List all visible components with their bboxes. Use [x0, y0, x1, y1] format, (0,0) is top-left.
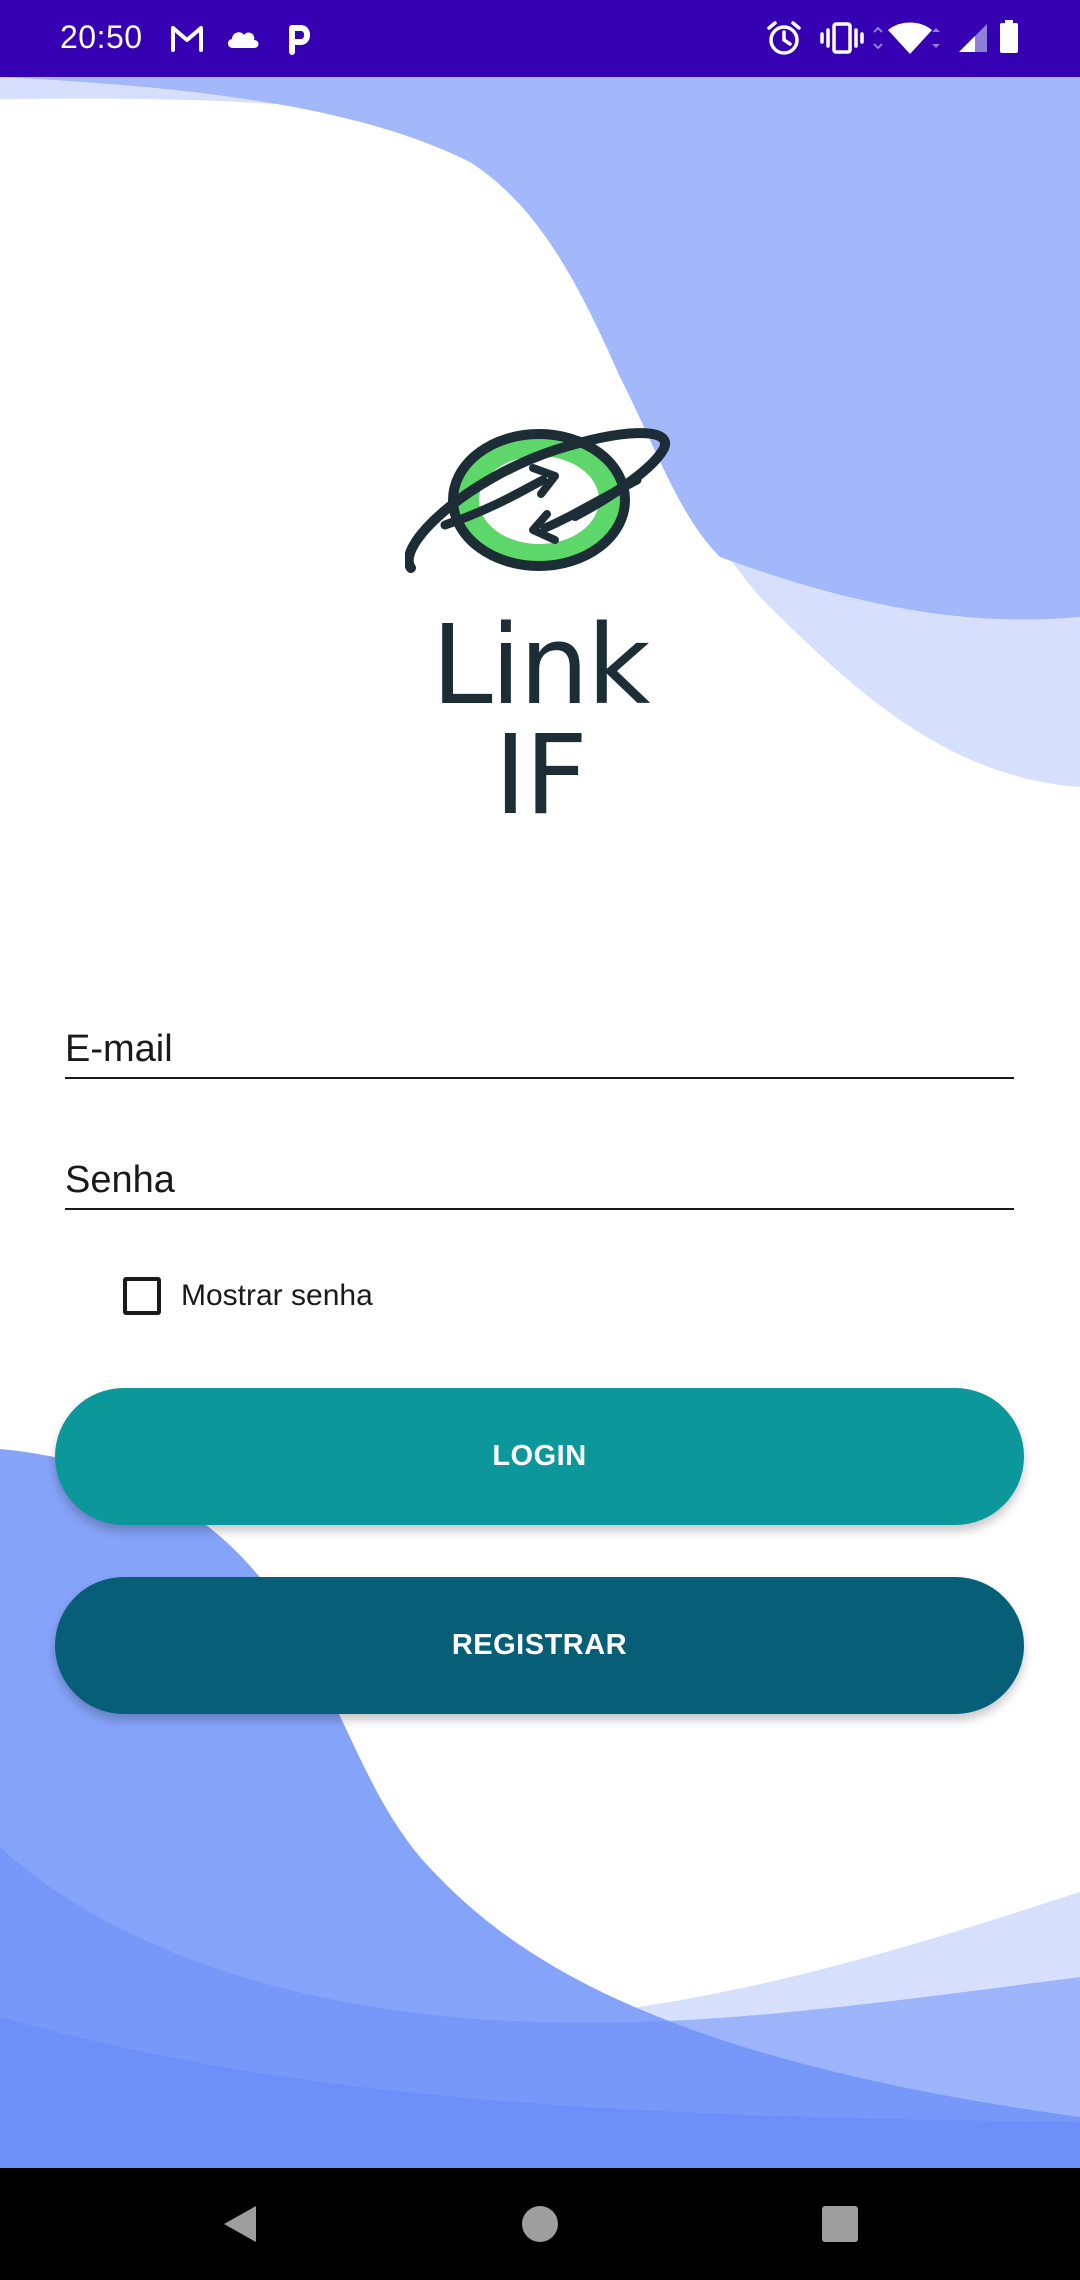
- status-bar: 20:50: [0, 0, 1080, 77]
- app-logo: Link IF: [405, 420, 675, 830]
- recents-icon: [822, 2206, 858, 2242]
- home-button[interactable]: [480, 2168, 600, 2280]
- cloud-icon: [227, 32, 259, 48]
- wifi-icon: [873, 22, 940, 54]
- battery-icon: [1000, 20, 1018, 53]
- signal-icon: [959, 24, 987, 52]
- p-icon: [289, 25, 310, 55]
- show-password-row[interactable]: Mostrar senha: [123, 1272, 373, 1320]
- recents-button[interactable]: [780, 2168, 900, 2280]
- login-button[interactable]: LOGIN: [55, 1388, 1024, 1525]
- navigation-bar: [0, 2168, 1080, 2280]
- show-password-label: Mostrar senha: [181, 1279, 373, 1312]
- vibrate-icon: [820, 22, 864, 54]
- home-icon: [522, 2206, 558, 2242]
- background-waves: [0, 77, 1080, 2168]
- back-button[interactable]: [180, 2168, 300, 2280]
- register-button[interactable]: REGISTRAR: [55, 1577, 1024, 1714]
- email-input[interactable]: [65, 1028, 1014, 1071]
- password-input[interactable]: [65, 1159, 1014, 1202]
- logo-text-line1: Link: [431, 601, 650, 729]
- alarm-icon: [767, 21, 801, 55]
- show-password-checkbox[interactable]: [123, 1277, 161, 1315]
- gmail-icon: [171, 26, 203, 52]
- back-icon: [224, 2206, 256, 2242]
- logo-text-line2: IF: [494, 711, 588, 839]
- status-time: 20:50: [60, 19, 143, 55]
- password-field-container: [65, 1138, 1014, 1210]
- email-field-container: [65, 1007, 1014, 1079]
- planet-arrows-icon: [405, 428, 670, 573]
